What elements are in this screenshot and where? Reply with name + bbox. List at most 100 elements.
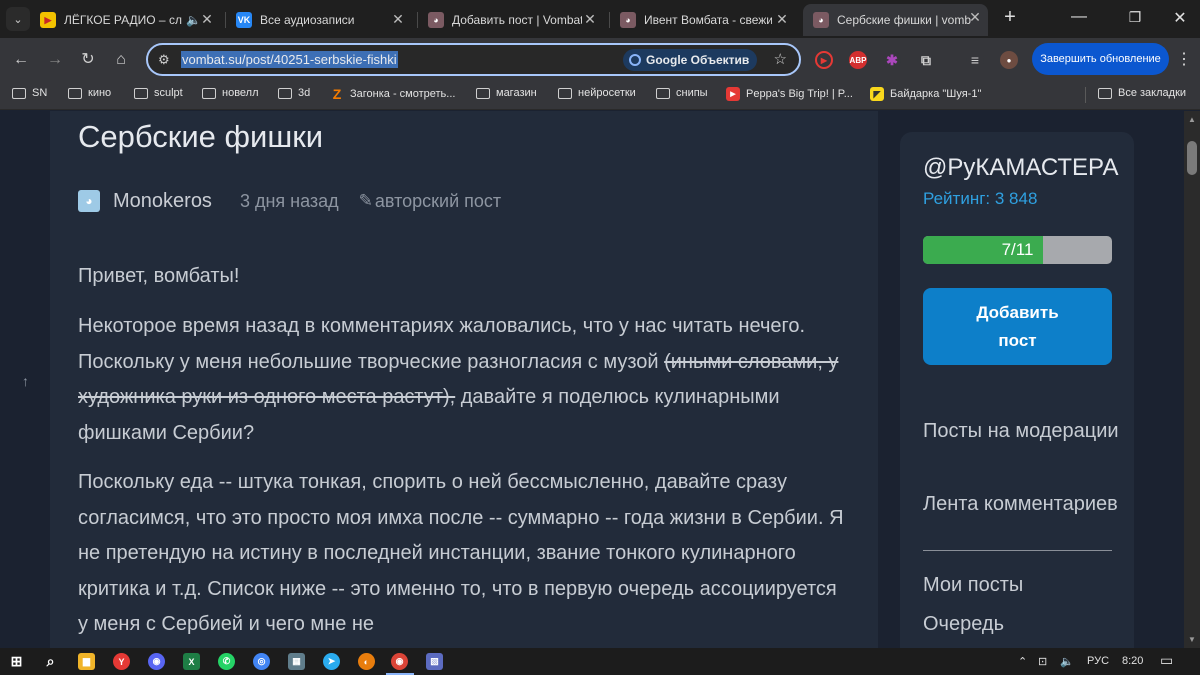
tab-serbian-tips[interactable]: ◕ Сербские фишки | vomb ✕ [803, 4, 988, 36]
pencil-icon: ✎ [358, 191, 373, 210]
language-indicator[interactable]: РУС [1087, 655, 1109, 667]
folder-icon [278, 87, 292, 99]
post-meta: ◕ Monokeros 3 дня назад ✎ авторский пост [78, 188, 501, 214]
close-icon[interactable]: ✕ [581, 11, 599, 28]
username[interactable]: @РуКАМАСТЕРА [923, 154, 1118, 182]
search-icon[interactable]: ⌕ [42, 653, 59, 670]
whatsapp-icon[interactable]: ✆ [218, 653, 235, 670]
scroll-down-icon[interactable]: ▼ [1188, 635, 1196, 644]
tab-add-post[interactable]: ◕ Добавить пост | Vombat ✕ [428, 6, 603, 34]
sidebar-link-my-posts[interactable]: Мои посты [923, 568, 1123, 602]
bookmark-folder[interactable]: 3d [278, 87, 310, 99]
bookmark-folder[interactable]: нейросетки [558, 87, 636, 99]
finish-update-button[interactable]: Завершить обновление [1032, 43, 1169, 75]
telegram-icon[interactable]: ➤ [323, 653, 340, 670]
address-bar[interactable]: ⚙ vombat.su/post/40251-serbskie-fishki G… [146, 43, 801, 76]
bookmark-folder[interactable]: sculpt [134, 87, 183, 99]
kayak-site-icon: ◤ [870, 87, 884, 101]
minimize-icon[interactable]: — [1064, 8, 1094, 26]
tab-vombat-event[interactable]: ◕ Ивент Вомбата - свежие ✕ [620, 6, 795, 34]
folder-icon [558, 87, 572, 99]
youtube-music-icon: ▶ [40, 12, 56, 28]
google-lens-button[interactable]: Google Объектив [623, 49, 758, 71]
scroll-up-icon[interactable]: ▲ [1188, 115, 1196, 124]
post-greeting: Привет, вомбаты! [78, 265, 240, 287]
sidebar-link-queue[interactable]: Очередь [923, 607, 1123, 641]
add-post-button[interactable]: Добавить пост [923, 288, 1112, 365]
zagonka-icon: Z [332, 86, 342, 102]
youtube-ext-icon[interactable]: ▶ [815, 51, 833, 69]
back-arrow-icon[interactable]: ← [10, 49, 32, 71]
media-icon[interactable]: ≡ [966, 51, 984, 69]
folder-icon [202, 87, 216, 99]
folder-icon [68, 87, 82, 99]
window-close-icon[interactable]: ✕ [1165, 8, 1195, 28]
bookmark-folder[interactable]: снипы [656, 87, 708, 99]
bookmark-folder[interactable]: кино [68, 87, 111, 99]
notifications-icon[interactable]: ▭ [1160, 652, 1173, 669]
restore-icon[interactable]: ❐ [1120, 9, 1150, 26]
network-icon[interactable]: ⊡ [1038, 655, 1047, 668]
sidebar-link-moderation[interactable]: Посты на модерации [923, 414, 1123, 448]
clock[interactable]: 8:20 [1122, 655, 1143, 667]
yandex-browser-icon[interactable]: Y [113, 653, 130, 670]
discord-icon[interactable]: ◉ [148, 653, 165, 670]
explorer-icon[interactable]: ▆ [78, 653, 95, 670]
chrome-icon[interactable]: ◉ [391, 653, 408, 670]
menu-dots-icon[interactable]: ⋮ [1176, 49, 1192, 69]
bookmark-folder[interactable]: SN [12, 87, 47, 99]
tab-search-button[interactable]: ⌄ [6, 7, 30, 31]
arrow-up-icon[interactable]: ↑ [22, 373, 29, 389]
photos-icon[interactable]: ▧ [426, 653, 443, 670]
tab-title: Добавить пост | Vombat [452, 13, 582, 27]
tab-title: Ивент Вомбата - свежие [644, 13, 772, 27]
chevron-up-icon[interactable]: ⌃ [1018, 655, 1027, 668]
user-sidebar: @РуКАМАСТЕРА Рейтинг: 3 848 7/11 Добавит… [900, 132, 1134, 648]
home-icon[interactable]: ⌂ [110, 49, 132, 71]
color-ext-icon[interactable]: ✱ [883, 51, 901, 69]
bookmark-kayak[interactable]: ◤ Байдарка "Шуя-1" [870, 87, 981, 101]
vk-icon: VK [236, 12, 252, 28]
reload-icon[interactable]: ↻ [77, 49, 99, 71]
bookmark-folder[interactable]: новелл [202, 87, 259, 99]
bookmark-peppa[interactable]: ▶ Peppa's Big Trip! | P... [726, 87, 853, 101]
chromium-icon[interactable]: ◎ [253, 653, 270, 670]
youtube-icon: ▶ [726, 87, 740, 101]
windows-taskbar: ⊞ ⌕ ▆ Y ◉ X ✆ ◎ ▦ ➤ ◐ ◉ ▧ ⌃ ⊡ 🔈 РУС 8:20… [0, 648, 1200, 675]
post-kind: ✎ авторский пост [358, 190, 502, 211]
sidebar-link-comments[interactable]: Лента комментариев [923, 487, 1123, 521]
close-icon[interactable]: ✕ [389, 11, 407, 28]
site-settings-icon[interactable]: ⚙ [158, 52, 170, 68]
bookmark-zagonka[interactable]: Z Загонка - смотреть... [330, 86, 456, 102]
scroll-thumb[interactable] [1187, 141, 1197, 175]
tab-radio[interactable]: ▶ ЛЁГКОЕ РАДИО – сл 🔈 ✕ [40, 6, 220, 34]
lens-icon [629, 54, 641, 66]
new-tab-plus-icon[interactable]: + [995, 6, 1025, 29]
bookmark-star-icon[interactable]: ☆ [774, 50, 787, 68]
close-icon[interactable]: ✕ [773, 11, 791, 28]
close-icon[interactable]: ✕ [966, 9, 984, 26]
forward-arrow-icon[interactable]: → [44, 49, 66, 71]
bookmark-folder[interactable]: магазин [476, 87, 537, 99]
close-icon[interactable]: ✕ [198, 11, 216, 28]
bookmarks-bar: SN кино sculpt новелл 3d Z Загонка - смот… [0, 80, 1200, 110]
puzzle-icon[interactable]: ⧉ [917, 51, 935, 69]
windows-start-icon[interactable]: ⊞ [8, 653, 25, 670]
adblock-icon[interactable]: ABP [849, 51, 867, 69]
sidebar-divider [923, 550, 1112, 551]
tab-vk-audio[interactable]: VK Все аудиозаписи ✕ [236, 6, 411, 34]
page-scrollbar[interactable]: ▲ ▼ [1184, 111, 1200, 648]
author-name[interactable]: Monokeros [113, 190, 212, 213]
tab-title: Все аудиозаписи [260, 13, 355, 27]
all-bookmarks[interactable]: Все закладки [1098, 87, 1186, 99]
volume-icon[interactable]: 🔈 [1060, 655, 1074, 668]
address-url[interactable]: vombat.su/post/40251-serbskie-fishki [181, 51, 398, 68]
post-article: Сербские фишки ◕ Monokeros 3 дня назад ✎… [50, 111, 878, 648]
excel-icon[interactable]: X [183, 653, 200, 670]
author-avatar[interactable]: ◕ [78, 190, 100, 212]
blender-icon[interactable]: ◐ [358, 653, 375, 670]
calculator-icon[interactable]: ▦ [288, 653, 305, 670]
vombat-icon: ◕ [428, 12, 444, 28]
profile-avatar[interactable]: ● [1000, 51, 1018, 69]
folder-icon [1098, 87, 1112, 99]
